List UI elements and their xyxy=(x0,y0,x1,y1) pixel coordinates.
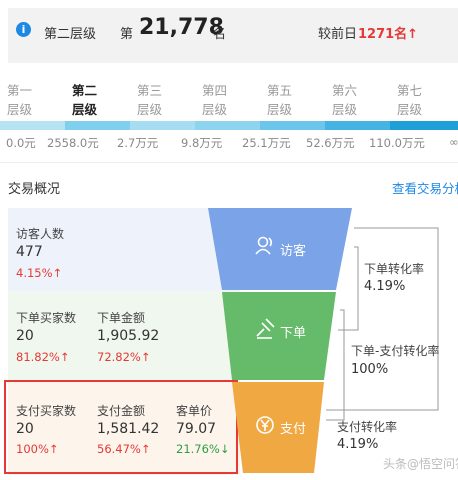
funnel-visit-label: 访客 xyxy=(280,244,307,259)
watermark: 头条@悟空问答 xyxy=(383,457,458,471)
funnel-pay-label: 支付 xyxy=(280,422,307,437)
conversion-funnel xyxy=(208,208,439,473)
pay-rate-label: 支付转化率 xyxy=(337,420,398,434)
order-pay-rate-value: 100% xyxy=(351,362,389,377)
order-rate-value: 4.19% xyxy=(364,279,406,294)
order-pay-rate-label: 下单-支付转化率 xyxy=(351,344,440,358)
funnel-pay-segment xyxy=(232,382,324,473)
funnel-order-label: 下单 xyxy=(280,326,307,341)
order-rate-label: 下单转化率 xyxy=(364,262,425,276)
funnel-order-segment xyxy=(222,292,336,380)
pay-rate-connector xyxy=(326,227,439,411)
pay-rate-value: 4.19% xyxy=(337,437,379,452)
